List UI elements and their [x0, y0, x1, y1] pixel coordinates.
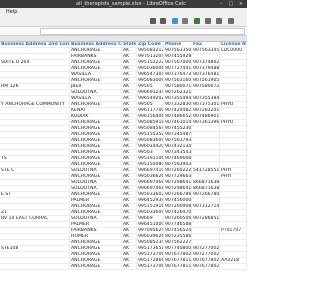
chart-icon[interactable]	[172, 18, 178, 24]
table-cell[interactable]: 995173706	[137, 264, 164, 270]
more-icon[interactable]	[228, 18, 234, 24]
table-cell[interactable]: ANCHORAGE	[70, 264, 122, 270]
spreadsheet-grid[interactable]: Business Address 2nd Line Business Addre…	[0, 42, 247, 296]
redo-icon[interactable]	[160, 18, 166, 24]
window-titlebar: all_therapists_sample.xlsx - LibreOffice…	[0, 0, 247, 8]
table-cell[interactable]: 9076778022	[192, 264, 220, 270]
table-row[interactable]: ANCHORAGE AK 995173706 9076778112 9076778022	[0, 264, 247, 270]
close-button[interactable]: ×	[238, 1, 244, 7]
formula-bar	[0, 27, 247, 36]
toolbar	[0, 16, 247, 27]
sort-icon[interactable]	[205, 18, 211, 24]
table-cell[interactable]: 9076778112	[164, 264, 192, 270]
filter-icon[interactable]	[216, 18, 222, 24]
table-cell[interactable]: AK	[122, 264, 137, 270]
formula-input[interactable]	[40, 28, 245, 35]
table-cell[interactable]	[220, 264, 247, 270]
window-controls: – □ ×	[218, 1, 244, 7]
minimize-button[interactable]: –	[218, 1, 224, 7]
undo-icon[interactable]	[150, 18, 156, 24]
maximize-button[interactable]: □	[228, 1, 234, 7]
window-title: all_therapists_sample.xlsx - LibreOffice…	[76, 1, 186, 7]
image-icon[interactable]	[194, 18, 200, 24]
table-cell[interactable]	[0, 264, 70, 270]
menu-help[interactable]: Help	[6, 8, 17, 16]
menubar: Help	[0, 8, 247, 16]
table-icon[interactable]	[182, 18, 188, 24]
